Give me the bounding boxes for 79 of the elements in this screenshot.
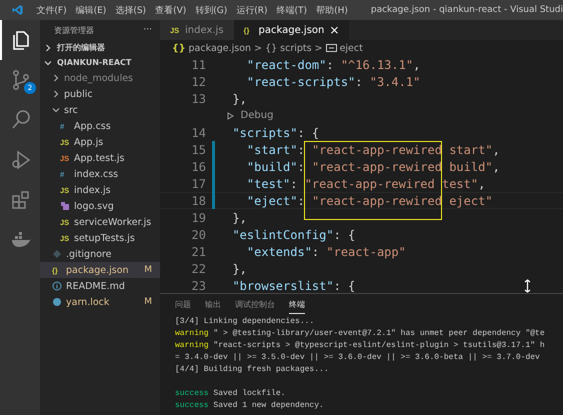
resize-cursor-icon	[524, 279, 531, 293]
more-actions-button[interactable]: ···	[143, 25, 152, 35]
breadcrumb-item[interactable]: {} scripts	[265, 42, 312, 54]
line-number: 23	[190, 278, 206, 292]
debug-codelens[interactable]: Debug	[218, 110, 274, 121]
breadcrumb-separator: >	[254, 42, 262, 54]
terminal-line: [3/4] Linking dependencies...	[175, 316, 316, 328]
source-control-icon[interactable]	[10, 69, 32, 91]
line-number: 16	[190, 160, 206, 174]
code-line: },	[231, 92, 247, 106]
panel-tab[interactable]: 输出	[205, 296, 221, 314]
extensions-icon[interactable]	[10, 189, 32, 211]
git-status: M	[144, 265, 152, 275]
info-icon	[52, 281, 62, 291]
line-number: 21	[190, 244, 206, 258]
code-line: },	[231, 262, 247, 276]
line-number: 19	[190, 210, 206, 224]
terminal-line: [4/4] Building fresh packages...	[175, 364, 330, 376]
menu-item[interactable]: 转到(G)	[195, 4, 228, 16]
terminal-line: = 3.4.0-dev || >= 3.5.0-dev || >= 3.6.0-dev || >= 3.6.0-beta || >= 3.7.0-dev	[175, 352, 541, 364]
window-title: package.json - qiankun-react - Visual Studi	[370, 5, 563, 15]
file-tree-item[interactable]: node_modules	[40, 70, 160, 86]
code-line: "react-scripts": "3.4.1"	[246, 74, 420, 88]
run-debug-icon[interactable]	[10, 149, 32, 171]
file-tree-item[interactable]: yarn.lock M	[40, 294, 160, 310]
code-line: "browserslist": {	[231, 278, 356, 292]
git-status: M	[144, 297, 152, 307]
files-icon[interactable]	[10, 29, 32, 51]
code-line: "scripts": {	[231, 126, 320, 140]
menu-item[interactable]: 帮助(H)	[316, 4, 348, 16]
menu-item[interactable]: 选择(S)	[115, 4, 146, 16]
menu-item[interactable]: 运行(R)	[236, 4, 268, 16]
diamond-icon	[52, 249, 62, 259]
yarn-icon	[52, 297, 62, 307]
panel-tab[interactable]: 终端	[289, 296, 305, 314]
line-number: 13	[190, 92, 206, 106]
section-header[interactable]: QIANKUN-REACT	[40, 55, 160, 70]
line-number: 11	[190, 58, 206, 72]
code-line: "extends": "react-app"	[246, 244, 406, 258]
file-tree-item[interactable]: src	[40, 102, 160, 118]
code-line: "eject": "react-app-rewired eject"	[246, 194, 493, 208]
menu-item[interactable]: 编辑(E)	[76, 4, 106, 16]
code-line: "eslintConfig": {	[231, 228, 356, 242]
line-number: 14	[190, 126, 206, 140]
code-line: "test": "react-app-rewired test",	[246, 176, 486, 190]
terminal-line: success Saved 1 new dependency.	[175, 400, 325, 412]
terminal-line: warning " > @testing-library/user-event@7.2.1" has unmet peer dependency "@te	[175, 328, 546, 340]
menu-item[interactable]: 查看(V)	[155, 4, 186, 16]
file-tree-item[interactable]: logo.svg	[40, 198, 160, 214]
breadcrumb-item[interactable]: eject	[326, 42, 363, 54]
line-number: 22	[190, 262, 206, 276]
breadcrumb-separator: >	[314, 42, 323, 54]
line-number: 15	[190, 142, 206, 156]
code-line: "react-dom": "^16.13.1",	[246, 58, 420, 72]
image-file-icon	[60, 201, 70, 211]
code-line: },	[231, 210, 247, 224]
file-tree-item[interactable]: README.md	[40, 278, 160, 294]
line-number: 12	[190, 74, 206, 88]
terminal-line: success Saved lockfile.	[175, 388, 286, 400]
code-line: "start": "react-app-rewired start",	[246, 142, 500, 156]
close-button[interactable]: ×	[329, 23, 340, 37]
line-number: 18	[190, 194, 206, 208]
panel-tab[interactable]: 问题	[175, 296, 191, 314]
vscode-logo-icon	[12, 3, 24, 17]
menu-item[interactable]: 终端(T)	[276, 4, 308, 16]
section-header[interactable]: 打开的编辑器	[40, 40, 160, 55]
file-tree-item[interactable]: public	[40, 86, 160, 102]
sidebar-title: 资源管理器	[54, 24, 94, 36]
menu-item[interactable]: 文件(F)	[36, 4, 67, 16]
code-line: "build": "react-app-rewired build",	[246, 160, 500, 174]
play-icon	[227, 112, 234, 120]
line-number: 20	[190, 228, 206, 242]
line-number: 17	[190, 176, 206, 190]
property-icon	[326, 44, 337, 52]
panel-tab[interactable]: 调试控制台	[235, 296, 275, 314]
breadcrumb-item[interactable]: {} package.json	[172, 42, 252, 54]
file-tree-item[interactable]: .gitignore	[40, 246, 160, 262]
terminal-line: warning "react-scripts > @typescript-eslint/eslint-plugin > tsutils@3.17.1" h	[175, 340, 546, 352]
search-icon[interactable]	[10, 109, 32, 131]
